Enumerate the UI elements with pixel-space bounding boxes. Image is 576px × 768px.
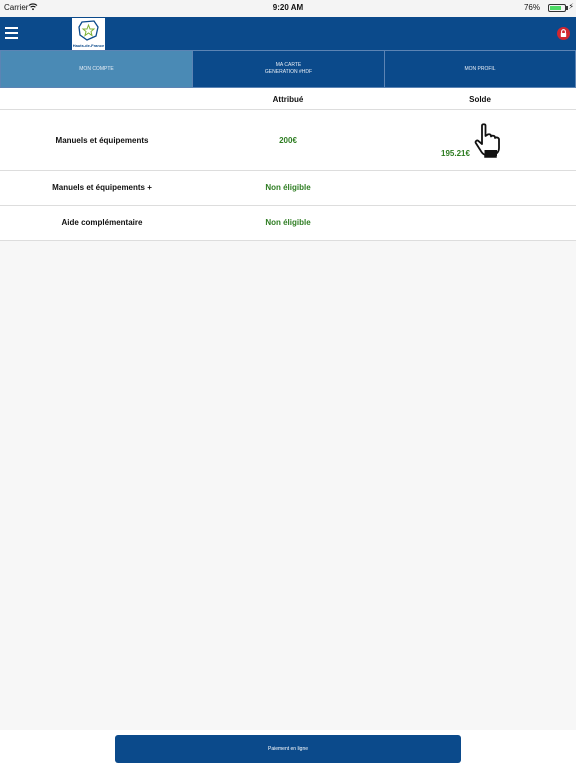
row-attribue-value: Non éligible (265, 218, 311, 227)
tab-label-line2: GENERATION #HDF (264, 69, 313, 75)
row-label: Manuels et équipements (55, 136, 149, 145)
tab-mon-profil[interactable]: MON PROFIL (384, 50, 576, 88)
logo-text: Hauts-de-France (72, 43, 105, 48)
charging-icon: ⚡ (568, 2, 574, 11)
tab-bar: MON COMPTE MA CARTE GENERATION #HDF MON … (0, 50, 576, 88)
tap-hand-icon[interactable] (472, 122, 506, 158)
table-row: Manuels et équipements + Non éligible (0, 171, 576, 206)
footer: Paiement en ligne (0, 730, 576, 768)
row-attribue-value: 200€ (279, 136, 297, 145)
battery-percent: 76% (523, 3, 540, 12)
battery-fill (550, 6, 561, 10)
hamburger-menu-icon[interactable] (5, 27, 18, 39)
tab-label: MON PROFIL (464, 65, 496, 72)
tab-ma-carte[interactable]: MA CARTE GENERATION #HDF (192, 50, 384, 88)
tab-label-line1: MA CARTE (275, 62, 302, 68)
battery-icon (548, 4, 566, 12)
table-row: Manuels et équipements 200€ 195.21€ (0, 110, 576, 171)
lock-icon[interactable] (557, 27, 570, 40)
status-bar: Carrier 9:20 AM 76% ⚡ (0, 0, 576, 17)
tab-mon-compte[interactable]: MON COMPTE (0, 50, 192, 88)
row-attribue-value: Non éligible (265, 183, 311, 192)
paiement-en-ligne-button[interactable]: Paiement en ligne (115, 735, 461, 763)
table-row: Aide complémentaire Non éligible (0, 206, 576, 241)
tab-label: MON COMPTE (79, 65, 114, 72)
row-solde-value: 195.21€ (441, 149, 470, 158)
table-header: Attribué Solde (0, 88, 576, 110)
column-header-solde: Solde (469, 95, 491, 104)
row-label: Manuels et équipements + (52, 183, 152, 192)
pay-button-label: Paiement en ligne (267, 746, 309, 752)
column-header-attribue: Attribué (272, 95, 304, 104)
region-logo: Hauts-de-France (72, 18, 105, 50)
status-time: 9:20 AM (272, 3, 304, 12)
row-label: Aide complémentaire (61, 218, 143, 227)
